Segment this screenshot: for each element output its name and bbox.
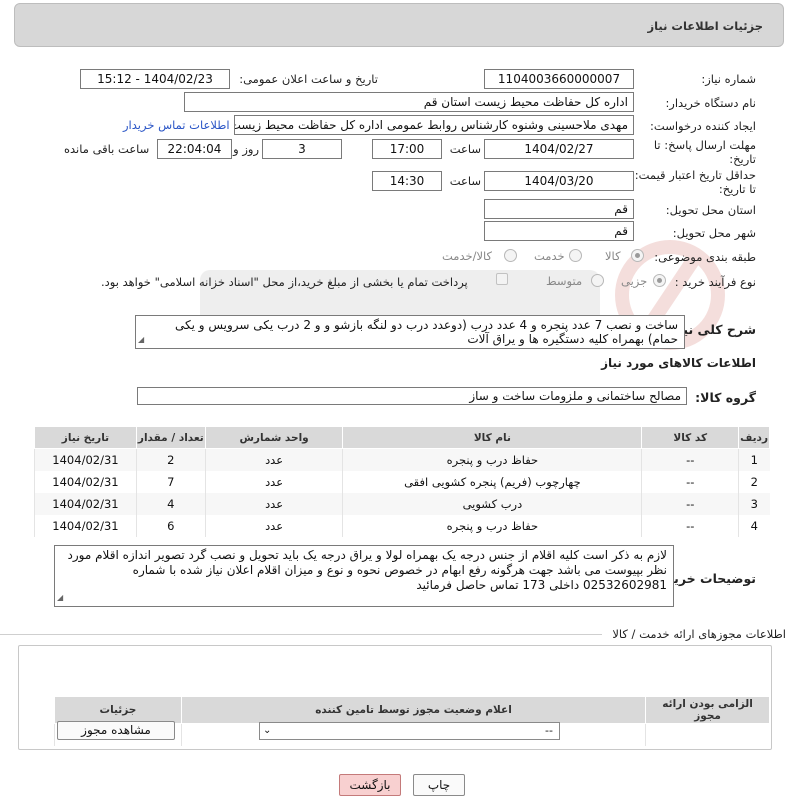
min-price-time-label: ساعت [449,174,481,188]
category-option-both: کالا/خدمت [442,249,493,263]
resize-handle-icon[interactable]: ◢ [57,590,63,605]
cell-name: درب کشویی [342,492,642,515]
requester-field[interactable]: مهدی ملاحسینی وشنوه کارشناس روابط عمومی … [234,115,634,135]
cell-date: 1404/02/31 [34,470,137,493]
col-header-code: کد کالا [641,426,740,449]
table-row[interactable]: 1 -- حفاظ درب و پنجره عدد 2 1404/02/31 [34,448,770,471]
announce-label: تاریخ و ساعت اعلان عمومی: [239,72,378,86]
buyer-org-field[interactable]: اداره کل حفاظت محیط زیست استان قم [184,92,634,112]
buyer-notes-text: لازم به ذکر است کلیه اقلام از جنس درجه ی… [67,548,667,592]
deadline-time-field[interactable]: 17:00 [372,139,442,159]
need-number-field[interactable]: 1104003660000007 [484,69,634,89]
cell-name: حفاظ درب و پنجره [342,448,642,471]
cell-code: -- [641,470,739,493]
back-button[interactable]: بازگشت [339,774,401,796]
resize-handle-icon[interactable]: ◢ [138,333,144,347]
goods-group-field[interactable]: مصالح ساختمانی و ملزومات ساخت و ساز [137,387,687,405]
category-radio-service[interactable] [569,249,582,262]
cell-name: چهارچوب (فریم) پنجره کشویی افقی [342,470,642,493]
buyer-contact-link[interactable]: اطلاعات تماس خریدار [123,118,230,132]
cell-qty: 4 [135,492,206,515]
print-button[interactable]: چاپ [413,774,465,796]
cell-qty: 7 [135,470,206,493]
cell-unit: عدد [204,514,343,537]
category-radio-both[interactable] [504,249,517,262]
province-field[interactable]: قم [484,199,634,219]
cell-qty: 2 [135,448,206,471]
permit-col-status: اعلام وضعیت مجوز توسط تامین کننده [180,696,647,724]
category-label: طبقه بندی موضوعی: [654,250,756,264]
buyer-org-label: نام دستگاه خریدار: [665,96,756,110]
cell-date: 1404/02/31 [34,448,137,471]
min-price-label-to: تا تاریخ: [718,182,756,196]
min-price-date-field[interactable]: 1404/03/20 [484,171,634,191]
payment-note: پرداخت تمام یا بخشی از مبلغ خرید،از محل … [101,275,468,289]
city-label: شهر محل تحویل: [672,226,756,240]
col-header-name: نام کالا [342,426,643,449]
col-header-unit: واحد شمارش [204,426,344,449]
permit-status-value: -- [545,724,553,737]
cell-date: 1404/02/31 [34,514,137,537]
cell-date: 1404/02/31 [34,492,137,515]
divider [0,634,602,635]
view-permit-button[interactable]: مشاهده مجوز [57,721,175,740]
goods-group-label: گروه کالا: [695,390,756,405]
summary-textarea[interactable]: ساخت و نصب 7 عدد پنجره و 4 عدد درب (دوعد… [135,315,685,349]
province-label: استان محل تحویل: [665,203,756,217]
cell-name: حفاظ درب و پنجره [342,514,642,537]
goods-table: ردیف کد کالا نام کالا واحد شمارش تعداد /… [34,426,770,537]
header-panel: جزئیات اطلاعات نیاز [14,3,784,47]
col-header-qty: تعداد / مقدار [135,426,206,449]
table-row[interactable]: 3 -- درب کشویی عدد 4 1404/02/31 [34,492,770,515]
announce-datetime-field[interactable]: 1404/02/23 - 15:12 [80,69,230,89]
category-option-goods: کالا [605,249,621,263]
min-price-label: حداقل تاریخ اعتبار قیمت: [634,168,756,182]
summary-text: ساخت و نصب 7 عدد پنجره و 4 عدد درب (دوعد… [174,318,678,346]
buyer-notes-textarea[interactable]: لازم به ذکر است کلیه اقلام از جنس درجه ی… [54,545,674,607]
min-price-time-field[interactable]: 14:30 [372,171,442,191]
days-field[interactable]: 3 [262,139,342,159]
permits-title: اطلاعات مجوزهای ارائه خدمت / کالا [612,627,786,641]
cell-unit: عدد [204,448,343,471]
deadline-label: مهلت ارسال پاسخ: تا [653,138,756,152]
cell-row: 1 [738,448,770,471]
process-option-medium: متوسط [546,274,583,288]
table-row[interactable]: 2 -- چهارچوب (فریم) پنجره کشویی افقی عدد… [34,470,770,493]
permit-required-cell [645,723,770,746]
process-option-minor: جزیی [621,274,648,288]
deadline-label-date: تاریخ: [729,152,756,166]
category-option-service: خدمت [534,249,565,263]
cell-row: 3 [738,492,770,515]
days-and-label: روز و [233,142,259,156]
remaining-label: ساعت باقی مانده [64,142,150,156]
process-label: نوع فرآیند خرید : [674,275,756,289]
chevron-down-icon: ⌄ [263,725,272,736]
page-title: جزئیات اطلاعات نیاز [647,19,763,33]
cell-row: 4 [738,514,770,537]
permit-status-select[interactable]: ⌄ -- [259,722,560,740]
cell-row: 2 [738,470,770,493]
table-row[interactable]: 4 -- حفاظ درب و پنجره عدد 6 1404/02/31 [34,514,770,537]
cell-unit: عدد [204,470,343,493]
cell-unit: عدد [204,492,343,515]
treasury-payment-checkbox[interactable] [496,273,508,285]
cell-qty: 6 [135,514,206,537]
deadline-time-label: ساعت [449,142,481,156]
col-header-date: تاریخ نیاز [34,426,137,449]
requester-label: ایجاد کننده درخواست: [650,119,756,133]
col-header-row: ردیف [738,426,770,449]
permit-col-details: جزئیات [54,696,182,724]
category-radio-goods[interactable] [631,249,644,262]
city-field[interactable]: قم [484,221,634,241]
cell-code: -- [641,514,739,537]
cell-code: -- [641,492,739,515]
process-radio-minor[interactable] [653,274,666,287]
process-radio-medium[interactable] [591,274,604,287]
remaining-time-field[interactable]: 22:04:04 [157,139,232,159]
cell-code: -- [641,448,739,471]
goods-info-title: اطلاعات کالاهای مورد نیاز [601,356,756,370]
deadline-date-field[interactable]: 1404/02/27 [484,139,634,159]
need-number-label: شماره نیاز: [701,72,756,86]
permit-col-required: الزامی بودن ارائه مجوز [645,696,770,724]
